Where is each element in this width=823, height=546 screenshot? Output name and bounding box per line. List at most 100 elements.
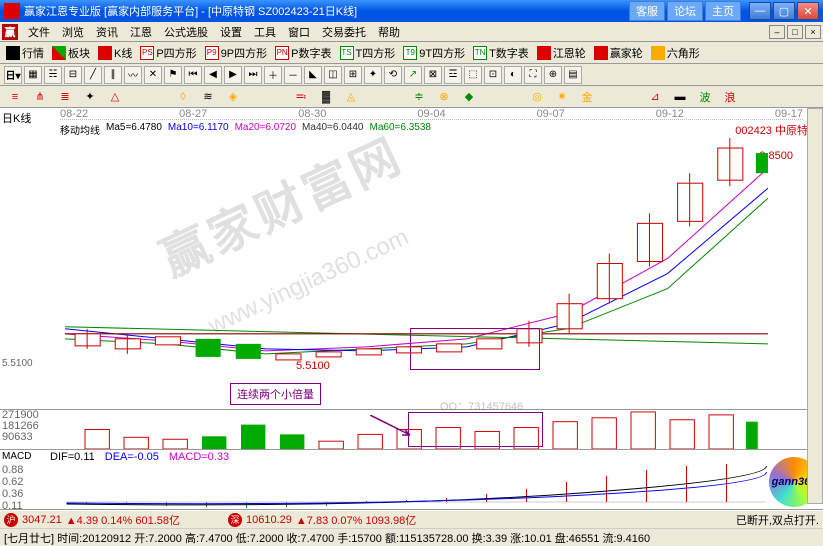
ma-label: 移动均线 [60, 122, 100, 137]
draw-5[interactable]: △ [104, 88, 126, 106]
nav-first-icon[interactable]: ⏮ [184, 66, 202, 84]
zhuye-button[interactable]: 主页 [705, 1, 741, 21]
menu-formula[interactable]: 公式选股 [158, 22, 214, 42]
tab-winnerwheel[interactable]: 赢家轮 [592, 44, 645, 62]
exright-icon[interactable]: ⊟ [64, 66, 82, 84]
draw-21[interactable]: 浪 [719, 88, 741, 106]
menu-settings[interactable]: 设置 [214, 22, 248, 42]
tab-hexagon[interactable]: 六角形 [649, 44, 702, 62]
tab-t4[interactable]: TST四方形 [338, 44, 398, 62]
tab-gannwheel[interactable]: 江恩轮 [535, 44, 588, 62]
zoomout-icon[interactable]: － [284, 66, 302, 84]
draw-20[interactable]: 波 [694, 88, 716, 106]
menu-gann[interactable]: 江恩 [124, 22, 158, 42]
ma60: Ma60=6.3538 [370, 122, 431, 137]
tool-f-icon[interactable]: ↗ [404, 66, 422, 84]
tool-wave-icon[interactable]: 〰 [124, 66, 142, 84]
vol-ylabels: 271900 181266 90633 [2, 410, 39, 443]
draw-6[interactable]: ◊ [172, 88, 194, 106]
app-glyph-icon: 赢 [2, 24, 18, 40]
layer-icon[interactable]: ☵ [44, 66, 62, 84]
tool-h-icon[interactable]: ☲ [444, 66, 462, 84]
mdi-close[interactable]: × [805, 25, 821, 39]
tab-sector[interactable]: 板块 [50, 44, 92, 62]
annotation-box2 [408, 412, 543, 447]
menu-trade[interactable]: 交易委托 [316, 22, 372, 42]
tool-m-icon[interactable]: ⊕ [544, 66, 562, 84]
menu-browse[interactable]: 浏览 [56, 22, 90, 42]
draw-19[interactable]: ▬ [669, 88, 691, 106]
grid-icon[interactable]: ▦ [24, 66, 42, 84]
tool-c-icon[interactable]: ⊞ [344, 66, 362, 84]
tool-b-icon[interactable]: ◫ [324, 66, 342, 84]
tool-para-icon[interactable]: ∥ [104, 66, 122, 84]
vertical-scrollbar[interactable] [807, 108, 823, 504]
tab-pnum[interactable]: PNP数字表 [273, 44, 333, 62]
draw-3[interactable]: ≣ [54, 88, 76, 106]
tool-x-icon[interactable]: ✕ [144, 66, 162, 84]
annotation-text: 连续两个小倍量 [230, 383, 321, 405]
draw-4[interactable]: ✦ [79, 88, 101, 106]
svg-text:5.5100: 5.5100 [296, 360, 330, 372]
draw-12[interactable]: ≑ [408, 88, 430, 106]
draw-7[interactable]: ≋ [197, 88, 219, 106]
tool-line-icon[interactable]: ╱ [84, 66, 102, 84]
kefu-button[interactable]: 客服 [629, 1, 665, 21]
menu-news[interactable]: 资讯 [90, 22, 124, 42]
draw-15[interactable]: ◎ [526, 88, 548, 106]
tool-d-icon[interactable]: ✦ [364, 66, 382, 84]
luntan-button[interactable]: 论坛 [667, 1, 703, 21]
tab-9p4[interactable]: P99P四方形 [203, 44, 269, 62]
shen-icon: 深 [228, 513, 242, 527]
volume-panel[interactable]: 271900 181266 90633 [0, 410, 823, 450]
nav-last-icon[interactable]: ⏭ [244, 66, 262, 84]
menu-tools[interactable]: 工具 [248, 22, 282, 42]
tool-n-icon[interactable]: ▤ [564, 66, 582, 84]
tab-p4[interactable]: PSP四方形 [138, 44, 198, 62]
tool-e-icon[interactable]: ⟲ [384, 66, 402, 84]
dea-val: DEA=-0.05 [105, 451, 159, 463]
draw-2[interactable]: ⋔ [29, 88, 51, 106]
mdi-min[interactable]: – [769, 25, 785, 39]
y-label: 5.5100 [2, 358, 33, 369]
draw-18[interactable]: ⊿ [644, 88, 666, 106]
mdi-max[interactable]: □ [787, 25, 803, 39]
draw-8[interactable]: ◈ [222, 88, 244, 106]
ma-info: 移动均线 Ma5=6.4780 Ma10=6.1170 Ma20=6.0720 … [60, 122, 431, 137]
tool-g-icon[interactable]: ⊠ [424, 66, 442, 84]
tab-kline[interactable]: K线 [96, 44, 134, 62]
draw-1[interactable]: ≡ [4, 88, 26, 106]
draw-16[interactable]: ✷ [551, 88, 573, 106]
draw-11[interactable]: ◬ [340, 88, 362, 106]
tool-flag-icon[interactable]: ⚑ [164, 66, 182, 84]
annotation-arrow [370, 415, 420, 440]
tool-j-icon[interactable]: ⊡ [484, 66, 502, 84]
draw-9[interactable]: ≕ [290, 88, 312, 106]
macd-panel[interactable]: MACD DIF=0.11 DEA=-0.05 MACD=0.33 0.880.… [0, 450, 823, 510]
tool-k-icon[interactable]: ◐ [504, 66, 522, 84]
tab-9t4[interactable]: T99T四方形 [401, 44, 467, 62]
tab-tnum[interactable]: TNT数字表 [471, 44, 531, 62]
close-button[interactable]: ✕ [797, 2, 819, 20]
conn-status[interactable]: 已断开,双点打开. [736, 512, 819, 528]
draw-17[interactable]: 金 [576, 88, 598, 106]
maximize-button[interactable]: ▢ [773, 2, 795, 20]
period-day-button[interactable]: 日▾ [4, 66, 22, 84]
window-buttons: — ▢ ✕ [747, 2, 819, 20]
minimize-button[interactable]: — [749, 2, 771, 20]
draw-13[interactable]: ⊗ [433, 88, 455, 106]
nav-next-icon[interactable]: ▶ [224, 66, 242, 84]
tool-a-icon[interactable]: ◣ [304, 66, 322, 84]
menu-file[interactable]: 文件 [22, 22, 56, 42]
tool-i-icon[interactable]: ⬚ [464, 66, 482, 84]
nav-prev-icon[interactable]: ◀ [204, 66, 222, 84]
draw-10[interactable]: ▓ [315, 88, 337, 106]
menu-window[interactable]: 窗口 [282, 22, 316, 42]
hu-icon: 沪 [4, 513, 18, 527]
chart-main[interactable]: 日K线 08-2208-2708-3009-0409-0709-1209-17 … [0, 108, 823, 410]
zoomin-icon[interactable]: ＋ [264, 66, 282, 84]
tab-quotes[interactable]: 行情 [4, 44, 46, 62]
menu-help[interactable]: 帮助 [372, 22, 406, 42]
tool-l-icon[interactable]: ⛶ [524, 66, 542, 84]
draw-14[interactable]: ◆ [458, 88, 480, 106]
